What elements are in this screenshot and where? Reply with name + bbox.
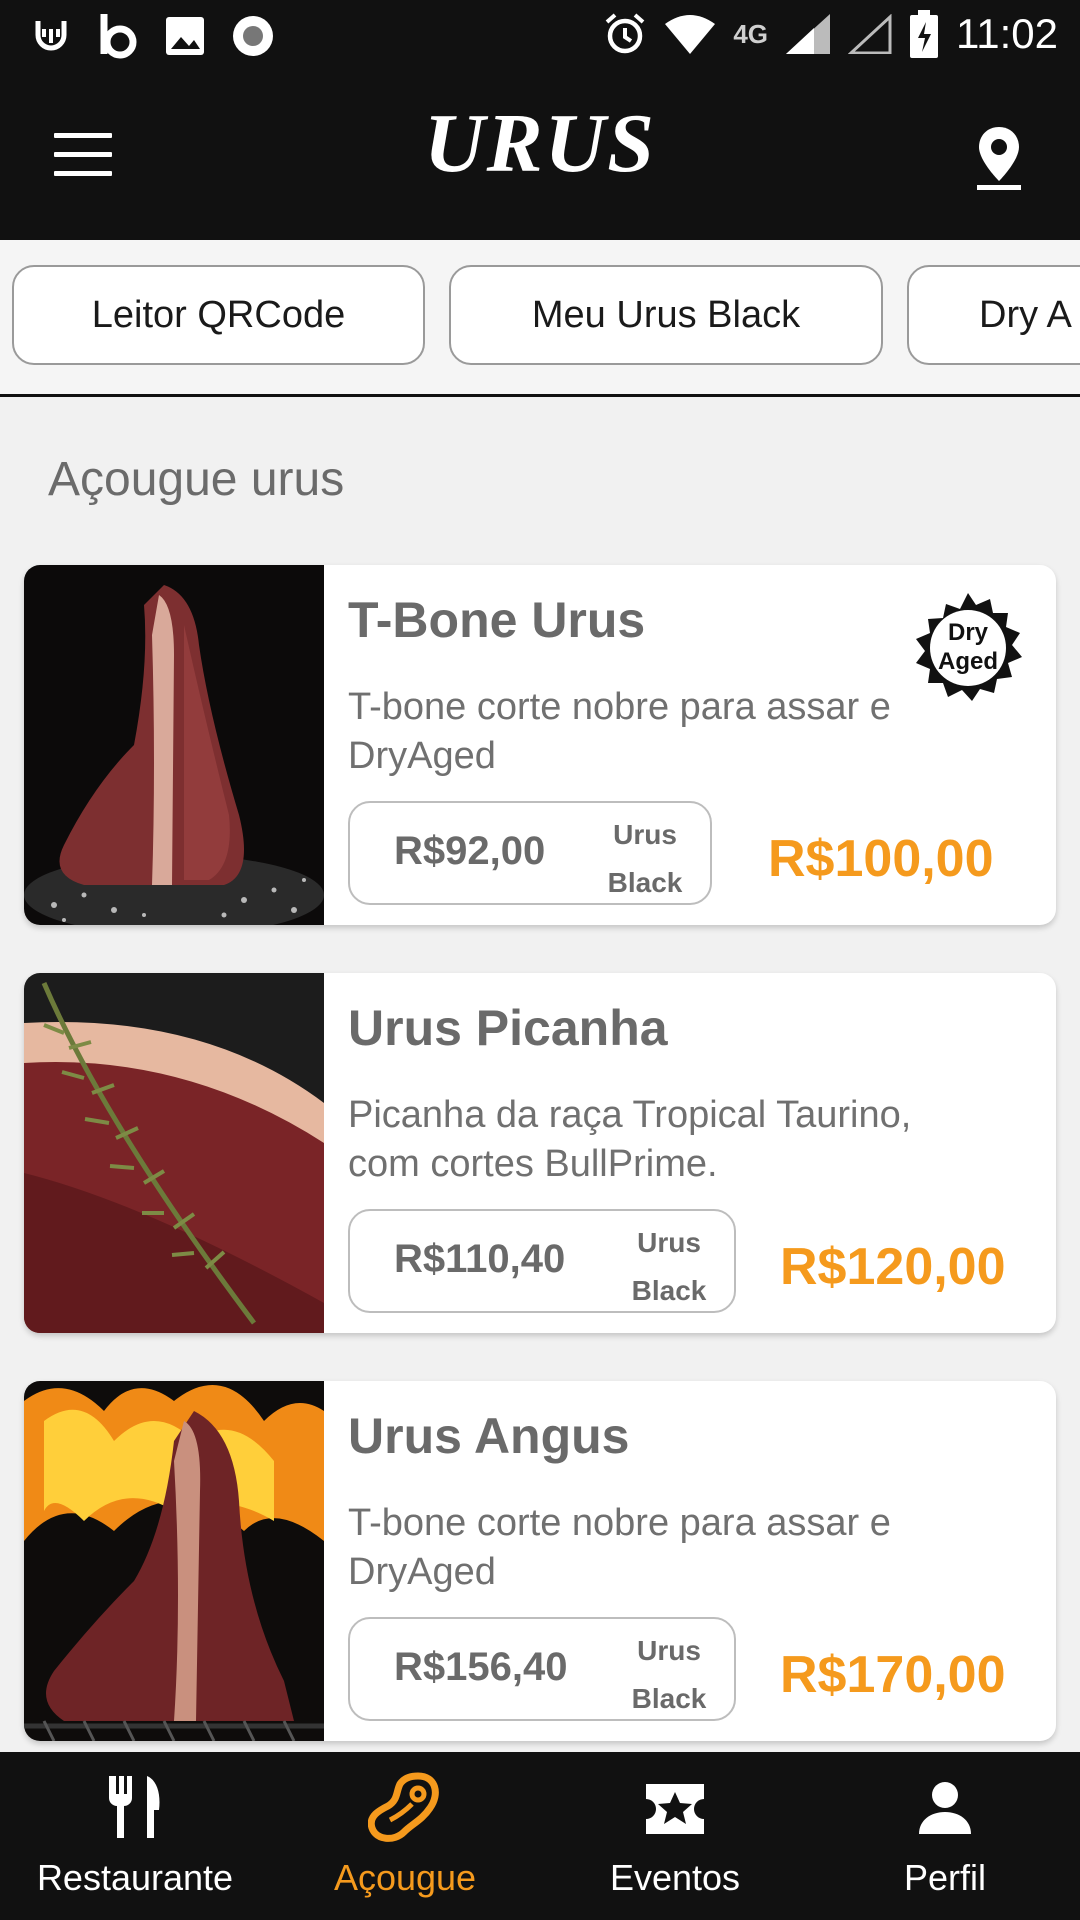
product-image-angus — [24, 1381, 324, 1741]
member-tag-line1: Urus — [613, 819, 677, 850]
product-name: Urus Angus — [348, 1408, 630, 1464]
product-price: R$170,00 — [780, 1646, 1006, 1704]
member-tag: Urus Black — [624, 1219, 714, 1315]
battery-charging-icon — [910, 10, 938, 58]
nav-label: Perfil — [903, 1857, 987, 1898]
location-pin-icon[interactable] — [976, 125, 1022, 191]
clock: 11:02 — [956, 10, 1058, 57]
app-bar: URUS — [0, 75, 1080, 240]
member-price-box: R$156,40 Urus Black — [348, 1617, 736, 1721]
badge-line1: Dry — [947, 619, 989, 646]
chip-urus-black[interactable]: Meu Urus Black — [449, 265, 883, 365]
member-price-box: R$110,40 Urus Black — [348, 1209, 736, 1313]
bottom-navigation: Restaurante Açougue Eventos Perfil — [0, 1752, 1080, 1920]
nav-perfil[interactable]: Perfil — [810, 1752, 1080, 1920]
badge-line2: Aged — [938, 648, 998, 675]
status-bar: 4G 11:02 — [0, 0, 1080, 75]
usb-icon — [35, 21, 67, 51]
product-price: R$120,00 — [780, 1238, 1006, 1296]
steak-icon — [368, 1772, 439, 1842]
nav-eventos[interactable]: Eventos — [540, 1752, 810, 1920]
wifi-icon — [665, 15, 716, 54]
chip-dry-aged-label: Dry A — [979, 293, 1072, 336]
person-icon — [919, 1782, 971, 1834]
member-tag: Urus Black — [600, 811, 690, 907]
member-price: R$92,00 — [394, 829, 546, 873]
product-card[interactable]: Urus Angus T-bone corte nobre para assar… — [24, 1381, 1056, 1741]
member-tag-line2: Black — [631, 1683, 707, 1714]
nav-label: Eventos — [609, 1857, 741, 1898]
member-price-box: R$92,00 Urus Black — [348, 801, 712, 905]
network-type: 4G — [733, 18, 768, 49]
b-app-icon — [100, 14, 137, 59]
dry-aged-badge: Dry Aged — [908, 591, 1028, 711]
alarm-icon — [605, 13, 645, 54]
product-description: Picanha da raça Tropical Taurino, com co… — [348, 1094, 912, 1185]
app-logo: URUS — [423, 97, 657, 190]
ticket-star-icon — [646, 1784, 704, 1834]
product-description: T-bone corte nobre para assar e DryAged — [348, 686, 891, 777]
product-name: Urus Picanha — [348, 1000, 668, 1056]
image-icon — [166, 17, 204, 55]
fork-knife-icon — [109, 1776, 160, 1838]
member-price: R$156,40 — [394, 1645, 568, 1689]
product-description: T-bone corte nobre para assar e DryAged — [348, 1502, 891, 1593]
nav-label: Açougue — [333, 1857, 477, 1898]
quick-actions-bar: Leitor QRCode Meu Urus Black Dry A — [0, 240, 1080, 397]
member-tag-line2: Black — [631, 1275, 707, 1306]
record-icon — [233, 16, 273, 56]
chip-dry-aged[interactable]: Dry A — [907, 265, 1080, 365]
product-image-tbone — [24, 565, 324, 925]
member-tag: Urus Black — [624, 1627, 714, 1723]
product-price: R$100,00 — [768, 830, 994, 888]
nav-restaurante[interactable]: Restaurante — [0, 1752, 270, 1920]
product-image-picanha — [24, 973, 324, 1333]
member-tag-line2: Black — [607, 867, 683, 898]
section-title: Açougue urus — [48, 453, 345, 506]
product-name: T-Bone Urus — [348, 592, 646, 648]
member-price: R$110,40 — [394, 1237, 566, 1281]
nav-label: Restaurante — [36, 1857, 234, 1898]
product-card[interactable]: T-Bone Urus Dry Aged T-bone corte nobre … — [24, 565, 1056, 925]
product-card[interactable]: Urus Picanha Picanha da raça Tropical Ta… — [24, 973, 1056, 1333]
member-tag-line1: Urus — [637, 1227, 701, 1258]
nav-acougue[interactable]: Açougue — [270, 1752, 540, 1920]
signal-empty-icon — [848, 14, 892, 54]
member-tag-line1: Urus — [637, 1635, 701, 1666]
signal-icon — [786, 14, 830, 54]
chip-qrcode-reader[interactable]: Leitor QRCode — [12, 265, 425, 365]
